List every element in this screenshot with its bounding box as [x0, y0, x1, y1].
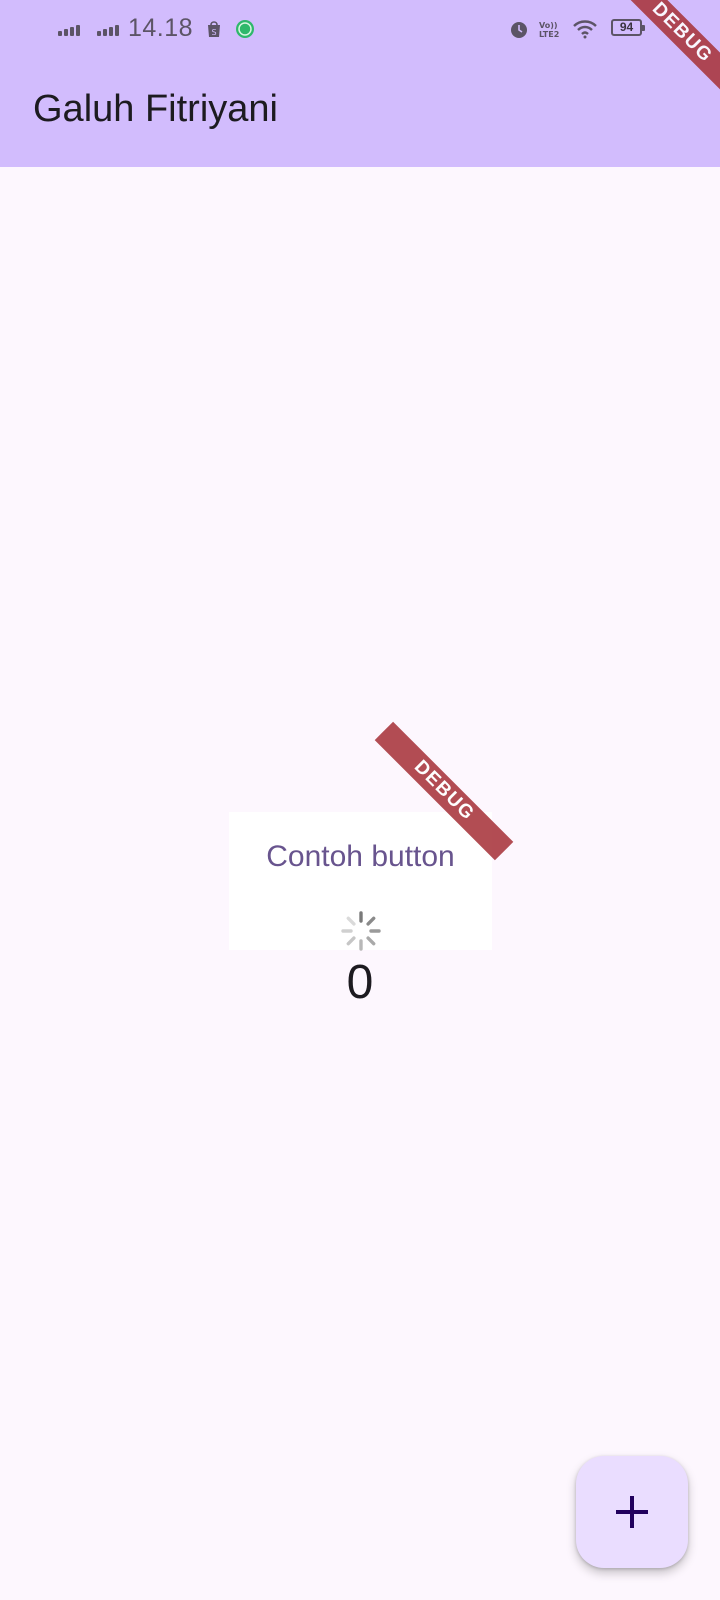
volte-icon: Vo)) LTE2 — [539, 21, 559, 39]
battery-icon: 94 — [611, 19, 645, 36]
button-card[interactable]: Contoh button — [229, 812, 492, 951]
chat-app-icon — [236, 20, 254, 38]
app-bar: 14.18 S Vo)) LTE2 94 Galuh Fitriyani — [0, 0, 720, 167]
wifi-icon — [573, 20, 597, 39]
alarm-icon — [511, 22, 527, 38]
signal-icon — [97, 22, 119, 36]
shop-icon: S — [208, 21, 220, 37]
add-button[interactable] — [576, 1456, 688, 1568]
svg-text:S: S — [211, 28, 216, 37]
loading-spinner-icon — [341, 911, 381, 951]
svg-text:Vo)): Vo)) — [539, 21, 558, 30]
page-title: Galuh Fitriyani — [33, 88, 278, 130]
signal-icon — [58, 22, 80, 36]
svg-text:LTE2: LTE2 — [539, 30, 559, 39]
status-bar: 14.18 S Vo)) LTE2 94 — [0, 0, 720, 58]
counter-value: 0 — [346, 956, 374, 1009]
add-icon — [616, 1496, 648, 1528]
contoh-button[interactable]: Contoh button — [229, 840, 492, 874]
status-time: 14.18 — [128, 14, 194, 42]
